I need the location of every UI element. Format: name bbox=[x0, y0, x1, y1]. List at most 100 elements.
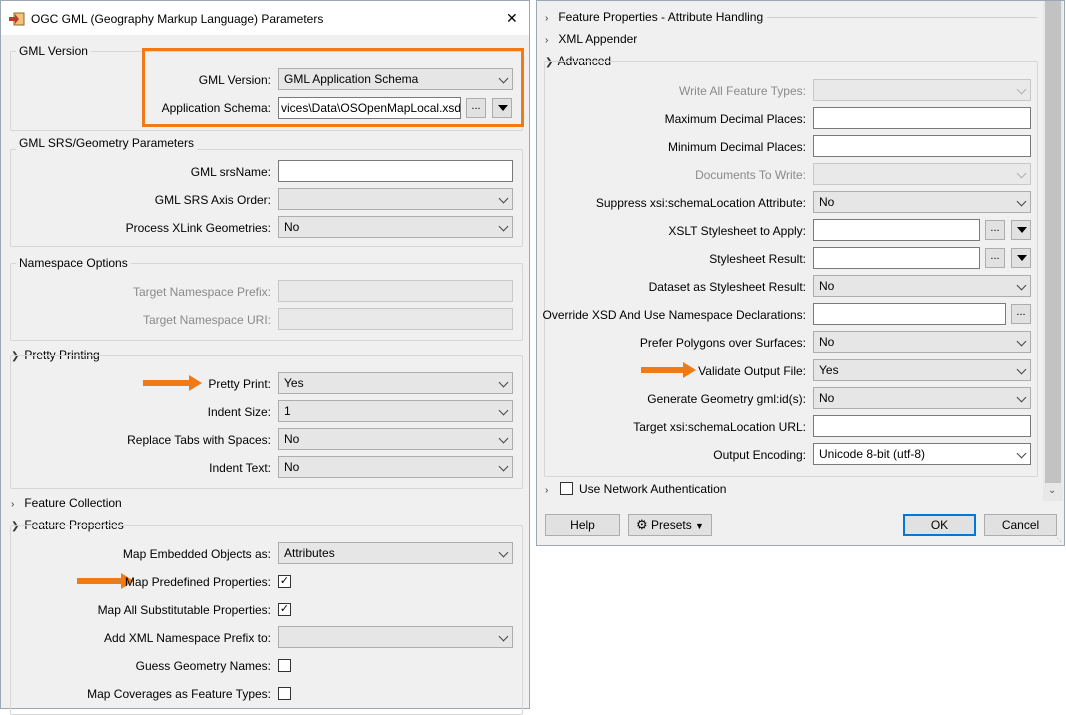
xml-ns-prefix-select[interactable] bbox=[278, 626, 513, 648]
pretty-print-label: Pretty Print: bbox=[208, 377, 271, 391]
ok-button[interactable]: OK bbox=[903, 514, 976, 536]
gml-version-group-title: GML Version bbox=[16, 44, 91, 58]
attribute-handling-title: Feature Properties - Attribute Handling bbox=[558, 10, 764, 24]
xml-appender-section[interactable]: › XML Appender bbox=[545, 32, 637, 48]
left-dialog: OGC GML (Geography Markup Language) Para… bbox=[0, 0, 530, 715]
chevron-right-icon: › bbox=[11, 499, 15, 510]
dataset-result-value: No bbox=[819, 279, 835, 293]
gear-icon: ⚙ bbox=[636, 517, 648, 532]
max-decimal-input[interactable] bbox=[813, 107, 1031, 129]
attribute-handling-section[interactable]: › Feature Properties - Attribute Handlin… bbox=[545, 10, 763, 26]
predefined-props-checkbox[interactable]: ✓ bbox=[278, 575, 291, 588]
override-xsd-input[interactable] bbox=[813, 303, 1006, 325]
pointer-arrow-icon bbox=[77, 573, 134, 589]
target-schema-label: Target xsi:schemaLocation URL: bbox=[633, 420, 806, 434]
triangle-down-icon bbox=[498, 105, 508, 111]
prefer-polygons-select[interactable]: No bbox=[813, 331, 1031, 353]
scroll-down-icon[interactable]: ⌄ bbox=[1048, 485, 1056, 496]
cancel-button[interactable]: Cancel bbox=[984, 514, 1057, 536]
chevron-down-icon bbox=[498, 377, 509, 388]
pretty-print-select[interactable]: Yes bbox=[278, 372, 513, 394]
chevron-right-icon: › bbox=[545, 35, 549, 46]
validate-output-label: Validate Output File: bbox=[698, 364, 806, 378]
target-schema-input[interactable] bbox=[813, 415, 1031, 437]
result-browse-button[interactable]: ... bbox=[985, 248, 1005, 268]
map-coverages-checkbox[interactable] bbox=[278, 687, 291, 700]
replace-tabs-value: No bbox=[284, 432, 300, 446]
prefer-polygons-label: Prefer Polygons over Surfaces: bbox=[639, 336, 806, 350]
schema-menu-button[interactable] bbox=[492, 98, 512, 118]
triangle-down-icon bbox=[1017, 227, 1027, 233]
chevron-down-icon bbox=[498, 461, 509, 472]
xml-ns-prefix-label: Add XML Namespace Prefix to: bbox=[104, 631, 271, 645]
min-decimal-input[interactable] bbox=[813, 135, 1031, 157]
embedded-objects-select[interactable]: Attributes bbox=[278, 542, 513, 564]
resize-grip-icon[interactable]: ⋱ bbox=[1054, 534, 1062, 543]
chevron-right-icon: › bbox=[545, 485, 549, 496]
chevron-down-icon bbox=[498, 405, 509, 416]
chevron-down-icon bbox=[1016, 392, 1027, 403]
feature-collection-section[interactable]: › Feature Collection bbox=[11, 496, 122, 512]
chevron-down-icon bbox=[498, 73, 509, 84]
stylesheet-result-input[interactable] bbox=[813, 247, 980, 269]
gml-id-label: Generate Geometry gml:id(s): bbox=[647, 392, 806, 406]
chevron-down-icon bbox=[1016, 364, 1027, 375]
scrollbar[interactable]: ⌄ bbox=[1043, 1, 1063, 501]
result-menu-button[interactable] bbox=[1011, 248, 1031, 268]
ns-prefix-label: Target Namespace Prefix: bbox=[132, 285, 271, 299]
chevron-down-icon bbox=[498, 193, 509, 204]
presets-label: Presets bbox=[651, 518, 692, 532]
output-encoding-select[interactable]: Unicode 8-bit (utf-8) bbox=[813, 443, 1031, 465]
xlink-select[interactable]: No bbox=[278, 216, 513, 238]
output-encoding-label: Output Encoding: bbox=[713, 448, 806, 462]
chevron-down-icon bbox=[1016, 280, 1027, 291]
override-browse-button[interactable]: ... bbox=[1011, 304, 1031, 324]
chevron-down-icon bbox=[1016, 168, 1027, 179]
indent-text-label: Indent Text: bbox=[209, 461, 271, 475]
embedded-objects-label: Map Embedded Objects as: bbox=[122, 547, 271, 561]
replace-tabs-select[interactable]: No bbox=[278, 428, 513, 450]
xslt-menu-button[interactable] bbox=[1011, 220, 1031, 240]
indent-size-label: Indent Size: bbox=[207, 405, 271, 419]
min-decimal-label: Minimum Decimal Places: bbox=[667, 140, 806, 154]
namespace-group-title: Namespace Options bbox=[16, 256, 131, 270]
validate-output-select[interactable]: Yes bbox=[813, 359, 1031, 381]
gml-version-label: GML Version: bbox=[198, 73, 271, 87]
indent-size-select[interactable]: 1 bbox=[278, 400, 513, 422]
substitutable-props-checkbox[interactable]: ✓ bbox=[278, 603, 291, 616]
docs-to-write-label: Documents To Write: bbox=[695, 168, 806, 182]
xslt-input[interactable] bbox=[813, 219, 980, 241]
gml-version-value: GML Application Schema bbox=[284, 72, 419, 86]
network-auth-checkbox[interactable] bbox=[560, 482, 573, 495]
close-icon[interactable]: ✕ bbox=[506, 10, 518, 27]
xslt-label: XSLT Stylesheet to Apply: bbox=[668, 224, 806, 238]
dataset-result-select[interactable]: No bbox=[813, 275, 1031, 297]
indent-size-value: 1 bbox=[284, 404, 291, 418]
srsname-input[interactable] bbox=[278, 160, 513, 182]
axis-order-select[interactable] bbox=[278, 188, 513, 210]
network-auth-section[interactable]: › bbox=[545, 482, 555, 498]
application-schema-value: vices\Data\OSOpenMapLocal.xsd" bbox=[281, 101, 461, 115]
guess-geometry-label: Guess Geometry Names: bbox=[135, 659, 271, 673]
browse-schema-button[interactable]: ... bbox=[466, 98, 486, 118]
gml-version-select[interactable]: GML Application Schema bbox=[278, 68, 513, 90]
suppress-schema-label: Suppress xsi:schemaLocation Attribute: bbox=[595, 196, 806, 210]
predefined-props-label: Map Predefined Properties: bbox=[124, 575, 271, 589]
indent-text-value: No bbox=[284, 460, 300, 474]
dataset-result-label: Dataset as Stylesheet Result: bbox=[648, 280, 806, 294]
scrollbar-thumb[interactable] bbox=[1045, 1, 1061, 483]
network-auth-label: Use Network Authentication bbox=[579, 482, 727, 496]
suppress-schema-select[interactable]: No bbox=[813, 191, 1031, 213]
indent-text-select[interactable]: No bbox=[278, 456, 513, 478]
guess-geometry-checkbox[interactable] bbox=[278, 659, 291, 672]
application-schema-input[interactable]: vices\Data\OSOpenMapLocal.xsd" bbox=[278, 97, 461, 119]
app-icon bbox=[9, 12, 25, 26]
embedded-objects-value: Attributes bbox=[284, 546, 335, 560]
stylesheet-result-label: Stylesheet Result: bbox=[709, 252, 806, 266]
help-button[interactable]: Help bbox=[545, 514, 620, 536]
xslt-browse-button[interactable]: ... bbox=[985, 220, 1005, 240]
gml-id-select[interactable]: No bbox=[813, 387, 1031, 409]
srsname-label: GML srsName: bbox=[190, 165, 271, 179]
chevron-down-icon bbox=[1016, 448, 1027, 459]
presets-button[interactable]: ⚙ Presets ▼ bbox=[628, 514, 712, 536]
